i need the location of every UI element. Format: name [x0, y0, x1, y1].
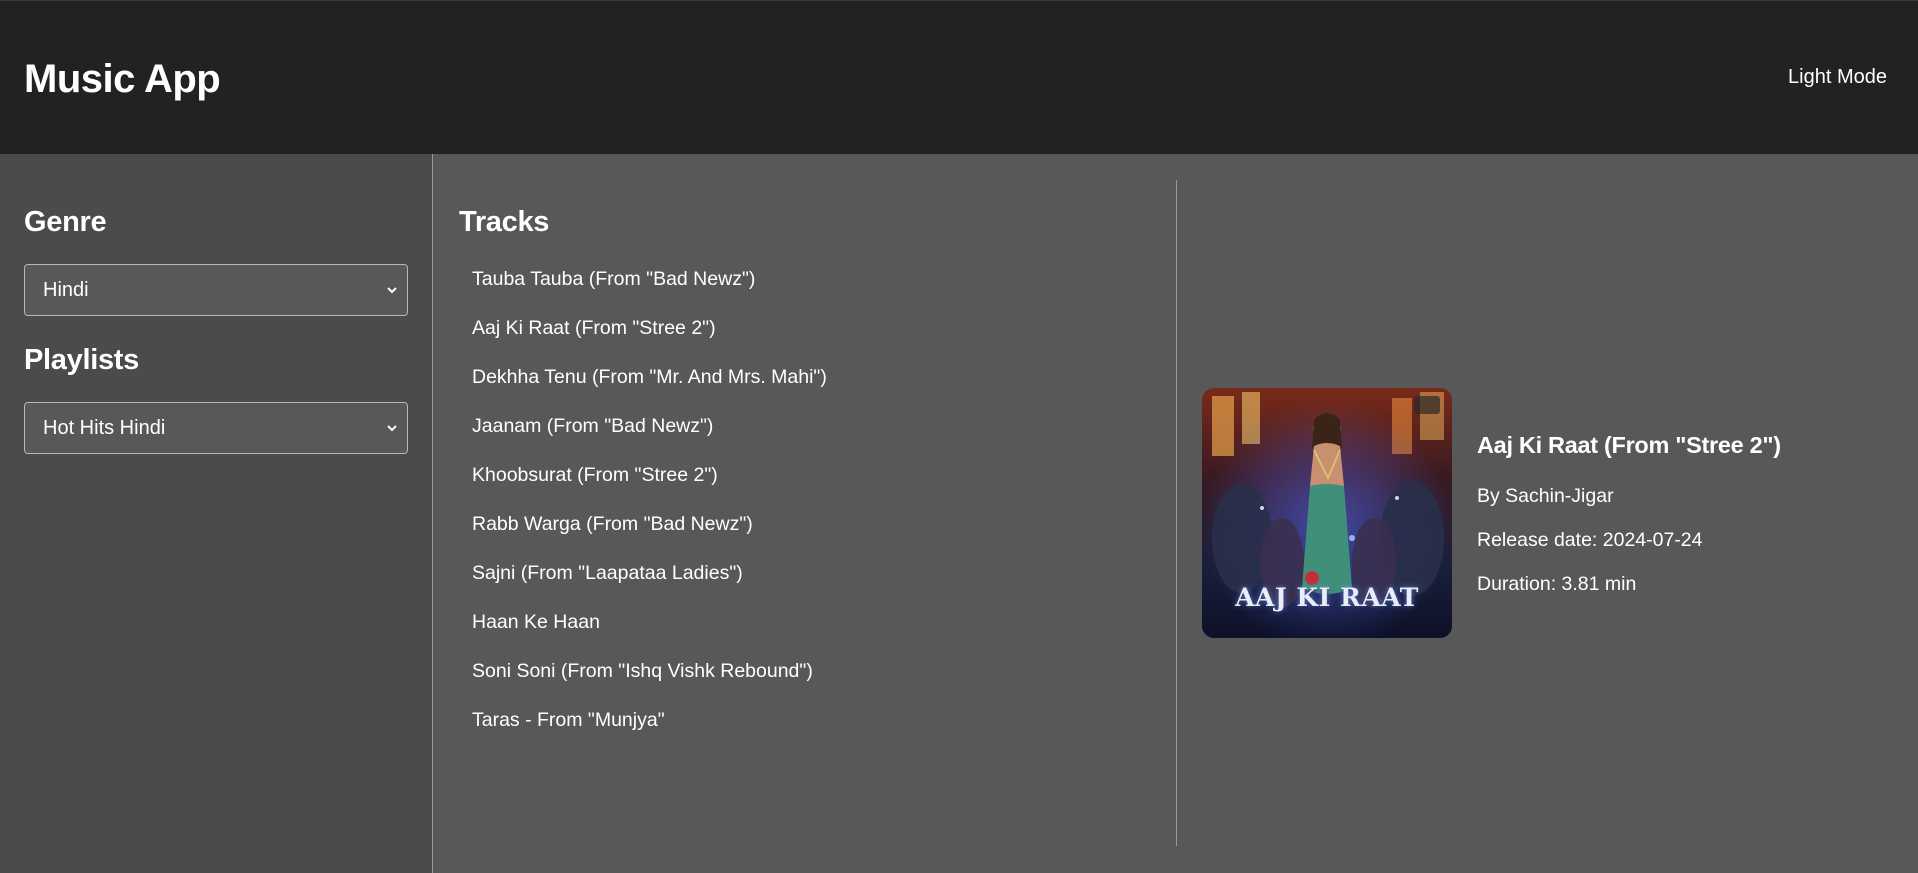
light-mode-toggle[interactable]: Light Mode [1788, 63, 1887, 91]
playlist-select-value: Hot Hits Hindi [43, 417, 166, 439]
selected-track-title: Aaj Ki Raat (From "Stree 2") [1477, 432, 1781, 458]
track-item[interactable]: Tauba Tauba (From "Bad Newz") [472, 266, 827, 315]
album-art-caption: AAJ KI RAAT [1235, 583, 1419, 612]
track-item[interactable]: Soni Soni (From "Ishq Vishk Rebound") [472, 658, 827, 707]
genre-heading: Genre [24, 206, 107, 238]
playlist-select[interactable]: Hot Hits Hindi [24, 402, 408, 454]
app-title: Music App [24, 57, 221, 101]
music-app: Music App Light Mode Genre Hindi Playlis… [0, 0, 1918, 873]
track-item[interactable]: Haan Ke Haan [472, 609, 827, 658]
app-header: Music App Light Mode [0, 0, 1918, 154]
track-item[interactable]: Rabb Warga (From "Bad Newz") [472, 511, 827, 560]
chevron-down-icon [387, 287, 397, 294]
track-item[interactable]: Taras - From "Munjya" [472, 707, 827, 756]
track-item[interactable]: Aaj Ki Raat (From "Stree 2") [472, 315, 827, 364]
playlists-heading: Playlists [24, 344, 139, 376]
track-details-panel: AAJ KI RAAT Aaj Ki Raat (From "Stree 2")… [1177, 154, 1918, 873]
genre-select-value: Hindi [43, 279, 89, 301]
track-release-date: Release date: 2024-07-24 [1477, 529, 1703, 551]
tracks-heading: Tracks [459, 206, 550, 238]
sidebar: Genre Hindi Playlists Hot Hits Hindi [0, 154, 433, 873]
track-item[interactable]: Sajni (From "Laapataa Ladies") [472, 560, 827, 609]
tracks-panel: Tracks Tauba Tauba (From "Bad Newz") Aaj… [433, 154, 1176, 873]
track-item[interactable]: Khoobsurat (From "Stree 2") [472, 462, 827, 511]
album-art: AAJ KI RAAT [1202, 388, 1452, 638]
track-list: Tauba Tauba (From "Bad Newz") Aaj Ki Raa… [472, 266, 827, 756]
chevron-down-icon [387, 425, 397, 432]
genre-select[interactable]: Hindi [24, 264, 408, 316]
track-duration: Duration: 3.81 min [1477, 573, 1637, 595]
track-item[interactable]: Dekhha Tenu (From "Mr. And Mrs. Mahi") [472, 364, 827, 413]
track-item[interactable]: Jaanam (From "Bad Newz") [472, 413, 827, 462]
track-artist: By Sachin-Jigar [1477, 485, 1614, 507]
